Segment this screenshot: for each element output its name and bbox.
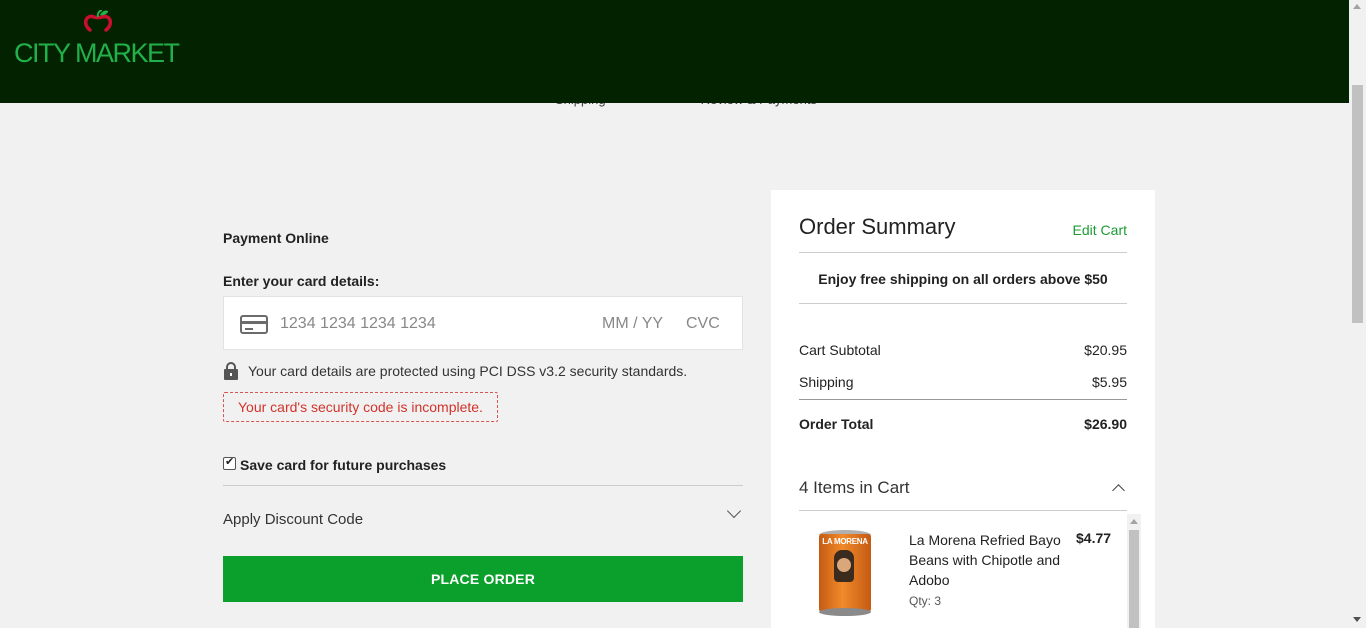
list-item: LA MORENA La Morena Refried Bayo Beans w… — [799, 514, 1127, 616]
order-summary-header: Order Summary Edit Cart — [799, 190, 1127, 253]
card-number-input[interactable] — [280, 313, 580, 335]
save-card-label[interactable]: Save card for future purchases — [240, 457, 446, 473]
security-note: Your card details are protected using PC… — [223, 361, 743, 381]
subtotal-value: $20.95 — [1084, 342, 1127, 358]
scroll-down-icon[interactable] — [1353, 617, 1361, 622]
security-note-text: Your card details are protected using PC… — [248, 363, 688, 379]
city-market-logo[interactable]: CITY MARKET — [14, 10, 180, 68]
subtotal-row: Cart Subtotal $20.95 — [799, 342, 1127, 358]
payment-section: Payment Online Enter your card details: … — [223, 230, 743, 602]
card-input-box[interactable] — [223, 296, 743, 350]
scroll-thumb[interactable] — [1129, 530, 1139, 628]
scroll-thumb[interactable] — [1352, 85, 1363, 323]
card-error-message: Your card's security code is incomplete. — [223, 392, 498, 422]
lock-icon — [223, 361, 239, 381]
edit-cart-link[interactable]: Edit Cart — [1073, 222, 1127, 238]
order-summary-panel: Order Summary Edit Cart Enjoy free shipp… — [771, 190, 1155, 628]
place-order-button[interactable]: PLACE ORDER — [223, 556, 743, 602]
free-shipping-banner: Enjoy free shipping on all orders above … — [799, 253, 1127, 304]
shipping-value: $5.95 — [1091, 374, 1127, 390]
product-qty: Qty: 3 — [909, 594, 942, 608]
product-name: La Morena Refried Bayo Beans with Chipot… — [909, 532, 1061, 588]
chevron-up-icon[interactable] — [1112, 484, 1125, 497]
scroll-up-icon[interactable] — [1130, 519, 1138, 524]
product-info: La Morena Refried Bayo Beans with Chipot… — [909, 530, 1073, 616]
cart-item-list[interactable]: LA MORENA La Morena Refried Bayo Beans w… — [799, 514, 1141, 628]
discount-label[interactable]: Apply Discount Code — [223, 511, 363, 528]
subtotal-label: Cart Subtotal — [799, 342, 881, 358]
save-card-checkbox[interactable] — [223, 455, 236, 470]
chevron-down-icon[interactable] — [726, 503, 742, 518]
items-in-cart-toggle[interactable]: 4 Items in Cart — [799, 478, 1127, 511]
product-image: LA MORENA — [817, 530, 873, 616]
cart-list-scrollbar[interactable] — [1127, 514, 1141, 628]
product-price: $4.77 — [1076, 530, 1112, 546]
shipping-label: Shipping — [799, 374, 854, 390]
order-total-value: $26.90 — [1084, 416, 1127, 432]
product-image-label: LA MORENA — [822, 537, 868, 546]
payment-section-title: Payment Online — [223, 230, 329, 246]
items-in-cart-title[interactable]: 4 Items in Cart — [799, 478, 910, 498]
card-details-label: Enter your card details: — [223, 273, 380, 289]
save-card-row[interactable]: Save card for future purchases — [223, 455, 743, 473]
card-cvc-input[interactable] — [686, 313, 736, 335]
scroll-up-icon[interactable] — [1353, 4, 1361, 9]
page-scrollbar[interactable] — [1349, 0, 1366, 628]
site-header: CITY MARKET — [0, 0, 1349, 103]
order-total-row: Order Total $26.90 — [799, 416, 1127, 432]
shipping-row: Shipping $5.95 — [799, 374, 1127, 400]
logo-text: CITY MARKET — [14, 38, 180, 68]
credit-card-icon — [240, 315, 268, 334]
order-summary-title: Order Summary — [799, 214, 956, 239]
apply-discount-toggle[interactable]: Apply Discount Code — [223, 485, 743, 533]
order-total-label: Order Total — [799, 416, 874, 432]
card-expiry-input[interactable] — [602, 313, 672, 335]
